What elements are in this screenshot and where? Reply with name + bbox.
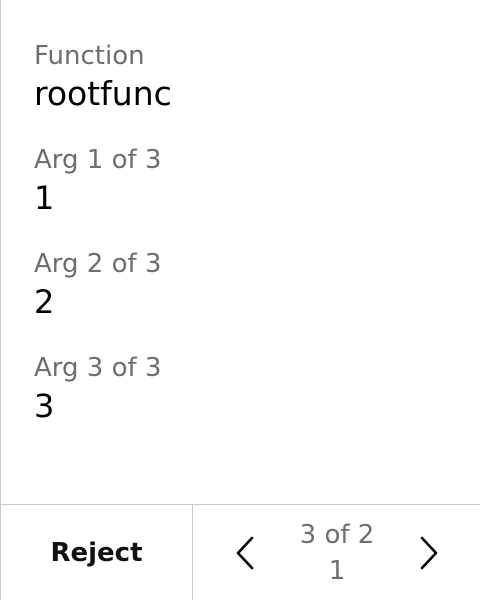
arg-value: 2 [34, 283, 55, 321]
args-list: Function rootfunc Arg 1 of 3 1 Arg 2 of … [34, 38, 470, 454]
arg-label: Arg 2 of 3 [34, 249, 162, 279]
chevron-left-icon[interactable] [230, 535, 260, 571]
arg-field-2: Arg 2 of 3 2 [34, 246, 470, 322]
result-counter: 3 of 2 1 [274, 517, 400, 589]
function-args-panel: Function rootfunc Arg 1 of 3 1 Arg 2 of … [0, 0, 480, 600]
arg-label: Arg 1 of 3 [34, 145, 162, 175]
arg-value: 1 [34, 179, 55, 217]
arg-label: Arg 3 of 3 [34, 353, 162, 383]
function-value: rootfunc [34, 74, 172, 113]
counter-line-1: 3 of 2 [299, 520, 375, 550]
arg-field-1: Arg 1 of 3 1 [34, 142, 470, 218]
action-footer: Reject 3 of 2 1 [1, 504, 480, 600]
reject-button[interactable]: Reject [1, 505, 193, 600]
chevron-right-icon[interactable] [414, 535, 444, 571]
result-navigator: 3 of 2 1 [194, 505, 480, 600]
function-field: Function rootfunc [34, 38, 470, 114]
counter-line-2: 1 [328, 556, 346, 586]
function-label: Function [34, 41, 145, 71]
arg-field-3: Arg 3 of 3 3 [34, 350, 470, 426]
arg-value: 3 [34, 387, 55, 425]
